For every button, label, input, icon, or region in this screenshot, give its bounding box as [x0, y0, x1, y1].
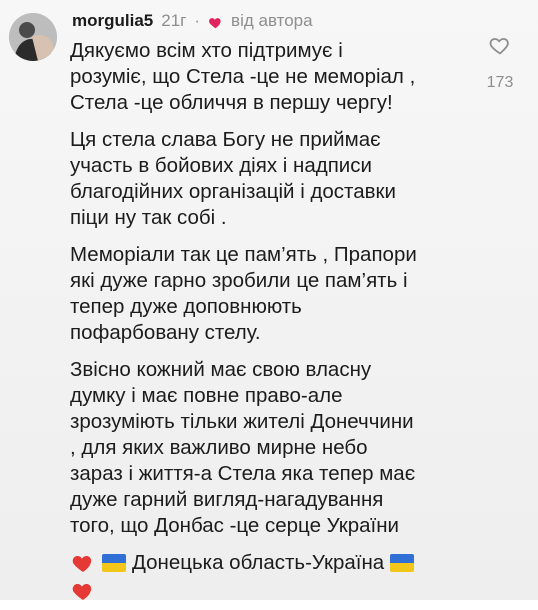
comment-line: Дякуємо всім хто підтримує і [70, 39, 343, 62]
comment-line: розуміє, що Стела -це не меморіал , [70, 65, 416, 88]
avatar-image [9, 13, 57, 61]
red-heart-emoji-icon [70, 551, 96, 575]
comment-line: Звісно кожний має свою власну [70, 358, 372, 381]
comment-line: зараз і життя-а Стела яка тепер має [70, 462, 416, 485]
comment-final-text: Донецька область-Україна [132, 551, 385, 574]
comment-line: тепер дуже доповнюють [70, 295, 302, 318]
comment-card: morgulia5 21г · від автора Дякуємо всім … [0, 0, 538, 600]
comment-header: morgulia5 21г · від автора [72, 10, 313, 32]
comment-line: пофарбовану стелу. [70, 321, 261, 344]
comment-line: благодійних організацій і доставки [70, 180, 396, 203]
comment-line: які дуже гарно зробили це пам’ять і [70, 269, 408, 292]
author-like-label: від автора [231, 11, 313, 30]
ukraine-flag-emoji-icon [102, 554, 126, 572]
heart-icon [208, 14, 223, 29]
ukraine-flag-emoji-icon [390, 554, 415, 572]
comment-line: Меморіали так це пам’ять , Прапори [70, 243, 417, 266]
like-count: 173 [486, 74, 514, 91]
comment-paragraph-4: Звісно кожний має свою власну думку і ма… [70, 357, 490, 539]
comment-heart-line [70, 579, 490, 610]
comment-line: зрозуміють тільки жителі Донеччини [70, 410, 414, 433]
comment-line: Стела -це обличчя в першу чергу! [70, 91, 393, 114]
meta-separator: · [194, 11, 201, 30]
heart-outline-icon[interactable] [487, 33, 513, 57]
comment-time: 21г [161, 11, 187, 30]
red-heart-emoji-icon [70, 579, 96, 603]
comment-line: участь в бойових діях і надписи [70, 154, 372, 177]
comment-line: , для яких важливо мирне небо [70, 436, 368, 459]
like-area: 173 [480, 33, 520, 92]
comment-paragraph-3: Меморіали так це пам’ять , Прапори які д… [70, 242, 490, 346]
username-link[interactable]: morgulia5 [72, 10, 153, 32]
comment-line: Ця стела слава Богу не приймає [70, 128, 381, 151]
comment-body: Дякуємо всім хто підтримує і розуміє, що… [70, 38, 490, 610]
comment-paragraph-2: Ця стела слава Богу не приймає участь в … [70, 127, 490, 231]
comment-final-line: Донецька область-Україна [70, 550, 490, 576]
comment-line: думку і має повне право-але [70, 384, 343, 407]
comment-line: того, що Донбас -це серце України [70, 514, 400, 537]
comment-line: піци ну так собі . [70, 206, 227, 229]
avatar[interactable] [9, 13, 57, 61]
comment-line: дуже гарний вигляд-нагадування [70, 488, 384, 511]
comment-paragraph-1: Дякуємо всім хто підтримує і розуміє, що… [70, 38, 490, 116]
